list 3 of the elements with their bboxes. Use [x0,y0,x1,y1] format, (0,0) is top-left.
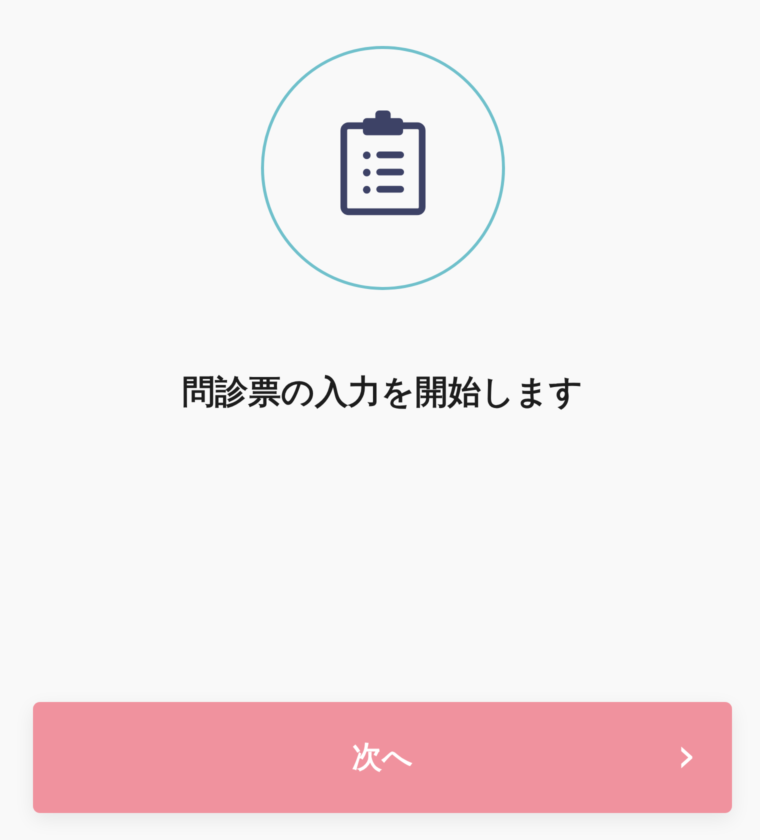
title: 問診票の入力を開始します [182,371,583,413]
next-button[interactable]: 次へ › [33,702,732,813]
clipboard-icon [340,109,426,217]
